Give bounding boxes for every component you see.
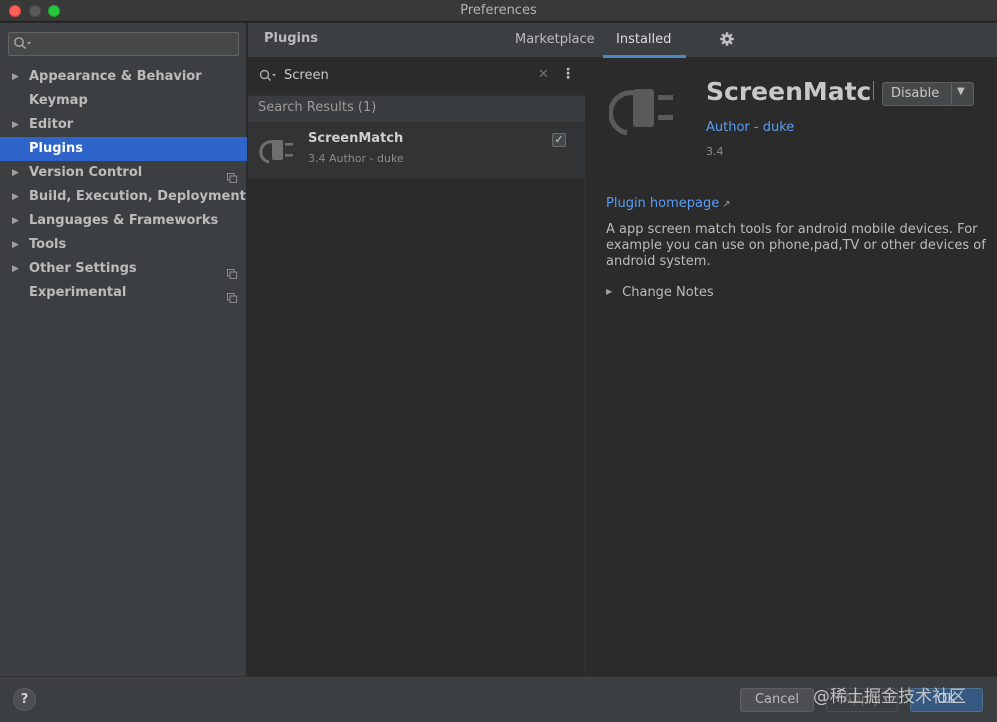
- disable-button-label: Disable: [891, 86, 940, 101]
- change-notes-label: Change Notes: [622, 285, 714, 300]
- clear-search-icon[interactable]: ✕: [538, 67, 549, 82]
- window-title: Preferences: [460, 3, 537, 18]
- preferences-window: Preferences ▶ Appearance & Behavior Keymap…: [0, 0, 997, 722]
- sidebar-item-plugins[interactable]: Plugins: [0, 137, 247, 161]
- settings-search-input[interactable]: [8, 32, 239, 56]
- page-title: Plugins: [264, 31, 318, 46]
- sidebar-item-keymap[interactable]: Keymap: [0, 89, 247, 113]
- gear-icon[interactable]: [719, 31, 735, 47]
- search-results-header: Search Results (1): [248, 96, 585, 122]
- sidebar-item-label: Experimental: [29, 285, 127, 300]
- sidebar-item-label: Appearance & Behavior: [29, 69, 202, 84]
- tab-installed[interactable]: Installed: [616, 32, 671, 47]
- help-button[interactable]: ?: [13, 688, 36, 711]
- plugin-list-panel: Screen ✕ ⋮ Search Results (1) ScreenMatc…: [248, 59, 585, 676]
- sidebar-item-experimental[interactable]: Experimental: [0, 281, 247, 305]
- more-options-icon[interactable]: ⋮: [561, 66, 575, 82]
- project-level-icon: [227, 264, 237, 279]
- settings-sidebar: ▶ Appearance & Behavior Keymap ▶ Editor Plugi…: [0, 23, 247, 676]
- cancel-button[interactable]: Cancel: [740, 688, 814, 712]
- chevron-down-icon[interactable]: ▼: [957, 86, 965, 97]
- tab-marketplace[interactable]: Marketplace: [515, 32, 595, 47]
- sidebar-item-build-execution-deployment[interactable]: ▶ Build, Execution, Deployment: [0, 185, 247, 209]
- project-level-icon: [227, 168, 237, 183]
- sidebar-item-label: Keymap: [29, 93, 88, 108]
- search-icon: [259, 69, 279, 87]
- plugin-plug-icon: [259, 132, 297, 170]
- plugin-list-item[interactable]: ScreenMatch 3.4 Author - duke ✓: [248, 122, 585, 178]
- expand-arrow-icon[interactable]: ▶: [12, 161, 19, 185]
- sidebar-item-label: Version Control: [29, 165, 143, 180]
- change-notes-toggle[interactable]: ▶ Change Notes: [606, 285, 714, 300]
- expand-arrow-icon[interactable]: ▶: [12, 209, 19, 233]
- plugin-version: 3.4: [706, 145, 724, 158]
- sidebar-item-label: Other Settings: [29, 261, 137, 276]
- sidebar-item-tools[interactable]: ▶ Tools: [0, 233, 247, 257]
- watermark-text: @稀土掘金技术社区: [813, 687, 966, 707]
- plugin-enabled-checkbox[interactable]: ✓: [552, 133, 566, 147]
- disable-button[interactable]: Disable ▼: [882, 82, 974, 106]
- expand-arrow-icon: ▶: [606, 287, 613, 296]
- plugin-plug-icon: [608, 75, 681, 147]
- sidebar-item-label: Tools: [29, 237, 67, 252]
- plugin-author-link[interactable]: Author - duke: [706, 120, 794, 135]
- plugin-search-field[interactable]: Screen ✕ ⋮: [248, 59, 585, 95]
- dialog-footer: ? Cancel Apply OK @稀土掘金技术社区: [0, 676, 997, 722]
- sidebar-item-label: Editor: [29, 117, 74, 132]
- external-link-icon: ↗: [722, 199, 731, 210]
- expand-arrow-icon[interactable]: ▶: [12, 113, 19, 137]
- plugin-detail-name: ScreenMatch: [706, 77, 874, 106]
- plugin-meta: 3.4 Author - duke: [308, 152, 404, 165]
- button-separator: [951, 83, 952, 105]
- active-tab-indicator: [603, 55, 686, 58]
- sidebar-item-version-control[interactable]: ▶ Version Control: [0, 161, 247, 185]
- expand-arrow-icon[interactable]: ▶: [12, 257, 19, 281]
- plugin-homepage-link[interactable]: Plugin homepage ↗: [606, 196, 731, 211]
- search-icon: [13, 36, 35, 56]
- sidebar-item-other-settings[interactable]: ▶ Other Settings: [0, 257, 247, 281]
- plugin-description: A app screen match tools for android mob…: [606, 222, 986, 269]
- sidebar-item-label: Languages & Frameworks: [29, 213, 219, 228]
- sidebar-item-appearance-behavior[interactable]: ▶ Appearance & Behavior: [0, 65, 247, 89]
- homepage-label[interactable]: Plugin homepage: [606, 196, 719, 211]
- expand-arrow-icon[interactable]: ▶: [12, 233, 19, 257]
- plugin-search-value[interactable]: Screen: [284, 68, 329, 83]
- plugin-name: ScreenMatch: [308, 131, 404, 146]
- expand-arrow-icon[interactable]: ▶: [12, 185, 19, 209]
- title-bar: Preferences: [0, 0, 997, 22]
- plugin-detail-panel: ScreenMatch Disable ▼ Author - duke 3.4 …: [586, 59, 997, 676]
- sidebar-item-label: Plugins: [29, 141, 83, 156]
- sidebar-item-languages-frameworks[interactable]: ▶ Languages & Frameworks: [0, 209, 247, 233]
- settings-nav: ▶ Appearance & Behavior Keymap ▶ Editor Plugi…: [0, 65, 247, 305]
- expand-arrow-icon[interactable]: ▶: [12, 65, 19, 89]
- sidebar-item-label: Build, Execution, Deployment: [29, 189, 246, 204]
- project-level-icon: [227, 288, 237, 303]
- plugins-header: Plugins Marketplace Installed: [248, 23, 997, 58]
- search-results-label: Search Results (1): [258, 100, 377, 115]
- sidebar-item-editor[interactable]: ▶ Editor: [0, 113, 247, 137]
